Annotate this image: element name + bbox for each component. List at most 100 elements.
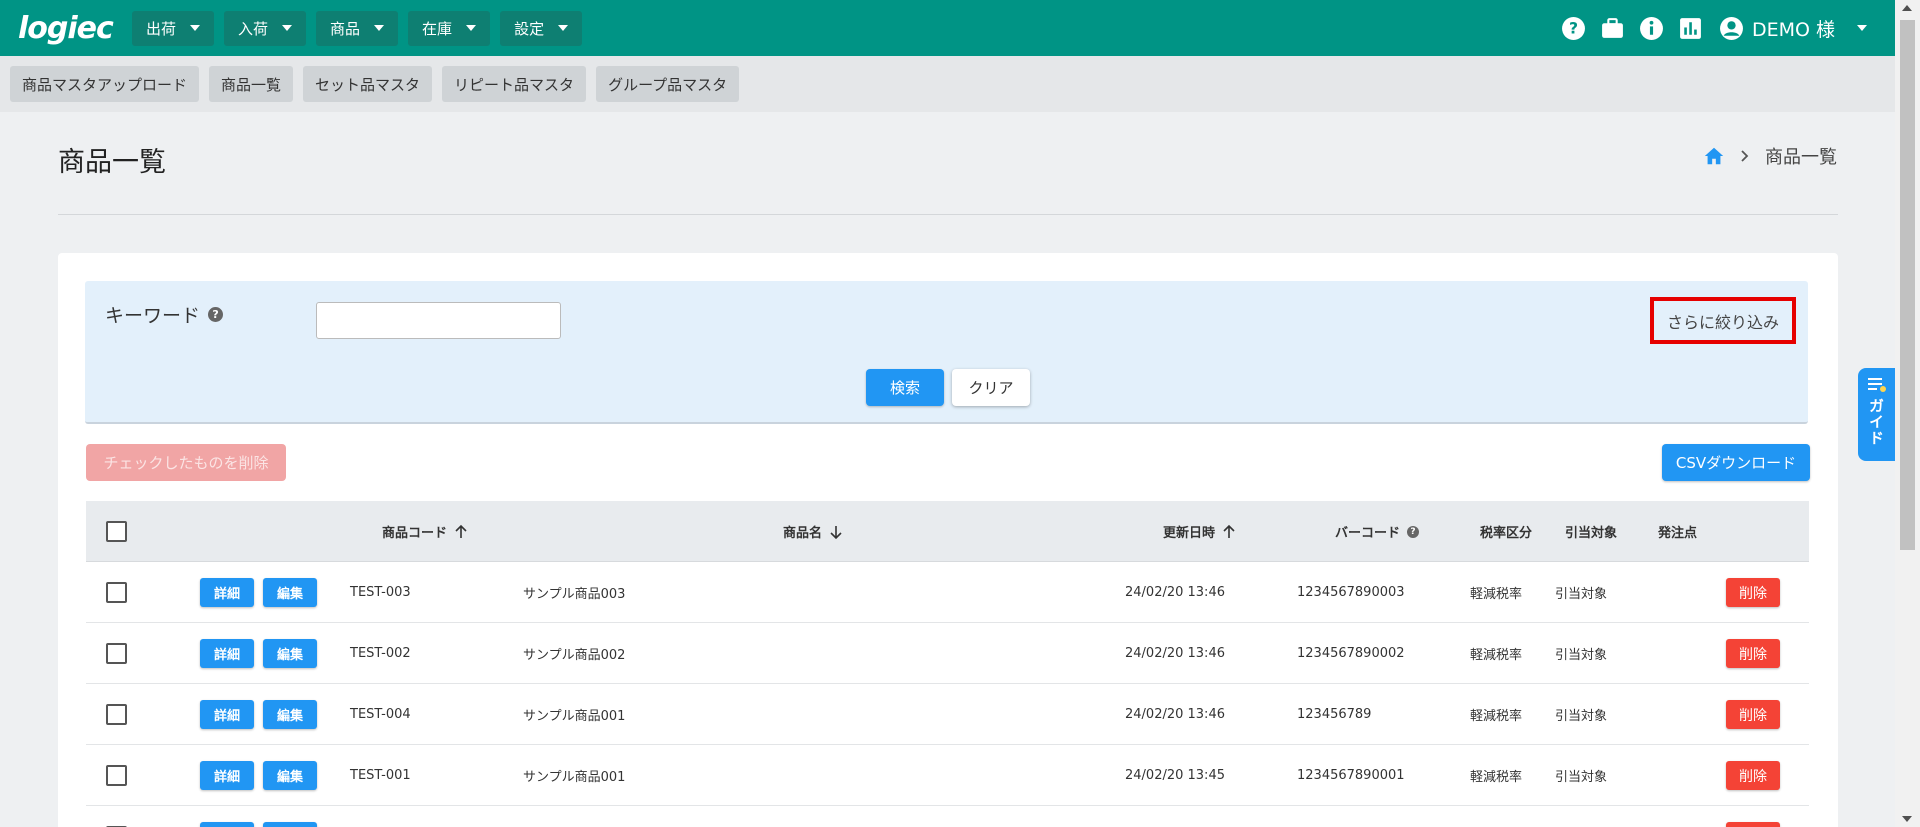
guide-tab[interactable]: ガイド: [1858, 368, 1895, 461]
delete-button[interactable]: 削除: [1726, 639, 1780, 668]
help-icon[interactable]: ?: [1561, 16, 1586, 41]
cell-tax: 軽減税率: [1470, 770, 1523, 785]
delete-checked-button[interactable]: チェックしたものを削除: [86, 444, 286, 481]
cell-barcode: 1234567890002: [1297, 646, 1405, 661]
detail-button[interactable]: 詳細: [200, 578, 254, 607]
tab-repeat-products[interactable]: リピート品マスタ: [442, 66, 587, 102]
refine-search-button[interactable]: さらに絞り込み: [1650, 297, 1796, 344]
user-menu[interactable]: DEMO 様: [1719, 15, 1867, 42]
info-icon[interactable]: [1639, 16, 1664, 41]
menu-receiving[interactable]: 入荷: [224, 10, 307, 46]
cell-updated: 24/02/20 13:46: [1125, 585, 1225, 600]
breadcrumb: 商品一覧: [1703, 143, 1837, 169]
column-header-updated[interactable]: 更新日時: [1163, 501, 1236, 562]
chart-icon[interactable]: [1678, 16, 1703, 41]
delete-button[interactable]: [1726, 822, 1780, 827]
cell-tax: 軽減税率: [1470, 709, 1523, 724]
column-header-label: 商品名: [783, 526, 823, 541]
column-header-label: 税率区分: [1480, 526, 1533, 541]
keyword-label-text: キーワード: [105, 305, 201, 327]
tab-product-upload[interactable]: 商品マスタアップロード: [10, 66, 200, 102]
page-scrollbar[interactable]: [1895, 0, 1920, 827]
tab-product-list[interactable]: 商品一覧: [209, 66, 294, 102]
cell-name: サンプル商品002: [523, 648, 626, 663]
arrow-down-icon: [830, 525, 842, 539]
menu-label: 入荷: [238, 19, 269, 38]
column-header-label: 引当対象: [1565, 526, 1618, 541]
column-header-barcode: バーコード ?: [1335, 501, 1420, 562]
column-header-tax: 税率区分: [1480, 501, 1532, 562]
menu-label: 在庫: [422, 19, 453, 38]
scroll-down-icon[interactable]: [1902, 816, 1912, 822]
menu-shipping[interactable]: 出荷: [132, 10, 215, 46]
user-name: DEMO 様: [1751, 18, 1835, 41]
cell-barcode: 1234567890003: [1297, 585, 1405, 600]
scroll-up-icon[interactable]: [1902, 5, 1912, 11]
caret-down-icon: [282, 25, 293, 31]
cell-allocation: 引当対象: [1555, 587, 1608, 602]
keyword-input[interactable]: [316, 302, 561, 339]
top-navbar: logiec 出荷 入荷 商品 在庫 設定 ? DEMO 様: [0, 0, 1895, 56]
column-header-code[interactable]: 商品コード: [382, 501, 468, 562]
svg-text:?: ?: [1569, 19, 1578, 37]
breadcrumb-current: 商品一覧: [1765, 147, 1837, 168]
cell-updated: 24/02/20 13:46: [1125, 646, 1225, 661]
tab-set-products[interactable]: セット品マスタ: [303, 66, 433, 102]
edit-button[interactable]: 編集: [263, 761, 317, 790]
cell-name: サンプル商品001: [523, 709, 626, 724]
help-icon[interactable]: ?: [208, 307, 224, 322]
briefcase-icon[interactable]: [1600, 16, 1625, 41]
edit-button[interactable]: 編集: [263, 639, 317, 668]
edit-button[interactable]: [263, 822, 317, 827]
delete-button[interactable]: 削除: [1726, 700, 1780, 729]
select-all-checkbox[interactable]: [106, 521, 127, 542]
help-icon[interactable]: ?: [1407, 525, 1420, 538]
detail-button[interactable]: 詳細: [200, 639, 254, 668]
edit-button[interactable]: 編集: [263, 700, 317, 729]
search-panel: キーワード ? さらに絞り込み 検索 クリア: [85, 281, 1808, 424]
cell-barcode: 1234567890001: [1297, 768, 1405, 783]
clear-button[interactable]: クリア: [952, 369, 1030, 406]
table-header: 商品コード 商品名 更新日時 バーコード ? 税率区分 引当対象 発注点: [86, 501, 1809, 562]
tab-group-products[interactable]: グループ品マスタ: [596, 66, 740, 102]
table-row: 詳細 編集 TEST-002 サンプル商品002 24/02/20 13:46 …: [86, 623, 1809, 684]
column-header-label: バーコード: [1335, 526, 1401, 541]
cell-allocation: 引当対象: [1555, 770, 1608, 785]
column-header-label: 更新日時: [1163, 526, 1216, 541]
scroll-thumb[interactable]: [1900, 20, 1915, 550]
column-header-name[interactable]: 商品名: [783, 501, 843, 562]
cell-barcode: 123456789: [1297, 707, 1372, 722]
caret-down-icon: [1857, 25, 1867, 31]
arrow-up-icon: [1223, 524, 1235, 538]
home-icon[interactable]: [1703, 145, 1725, 167]
table-row: 詳細 編集 TEST-003 サンプル商品003 24/02/20 13:46 …: [86, 562, 1809, 623]
caret-down-icon: [374, 25, 385, 31]
sub-navbar: 商品マスタアップロード 商品一覧 セット品マスタ リピート品マスタ グループ品マ…: [0, 56, 1895, 112]
menu-label: 出荷: [146, 19, 177, 38]
menu-settings[interactable]: 設定: [500, 10, 583, 46]
edit-button[interactable]: 編集: [263, 578, 317, 607]
row-checkbox[interactable]: [106, 643, 127, 664]
caret-down-icon: [466, 25, 477, 31]
column-header-reorder: 発注点: [1658, 501, 1697, 562]
detail-button[interactable]: [200, 822, 254, 827]
page-title: 商品一覧: [58, 147, 166, 178]
detail-button[interactable]: 詳細: [200, 761, 254, 790]
search-button[interactable]: 検索: [866, 369, 944, 406]
caret-down-icon: [558, 25, 569, 31]
menu-inventory[interactable]: 在庫: [408, 10, 491, 46]
delete-button[interactable]: 削除: [1726, 578, 1780, 607]
guide-label: ガイド: [1867, 398, 1885, 446]
detail-button[interactable]: 詳細: [200, 700, 254, 729]
row-checkbox[interactable]: [106, 704, 127, 725]
cell-allocation: 引当対象: [1555, 648, 1608, 663]
cell-code: TEST-001: [350, 768, 411, 783]
row-checkbox[interactable]: [106, 765, 127, 786]
menu-products[interactable]: 商品: [316, 10, 399, 46]
row-checkbox[interactable]: [106, 582, 127, 603]
app-logo[interactable]: logiec: [18, 9, 114, 47]
table-row: [86, 806, 1809, 827]
arrow-up-icon: [455, 524, 467, 538]
csv-download-button[interactable]: CSVダウンロード: [1662, 444, 1810, 481]
delete-button[interactable]: 削除: [1726, 761, 1780, 790]
